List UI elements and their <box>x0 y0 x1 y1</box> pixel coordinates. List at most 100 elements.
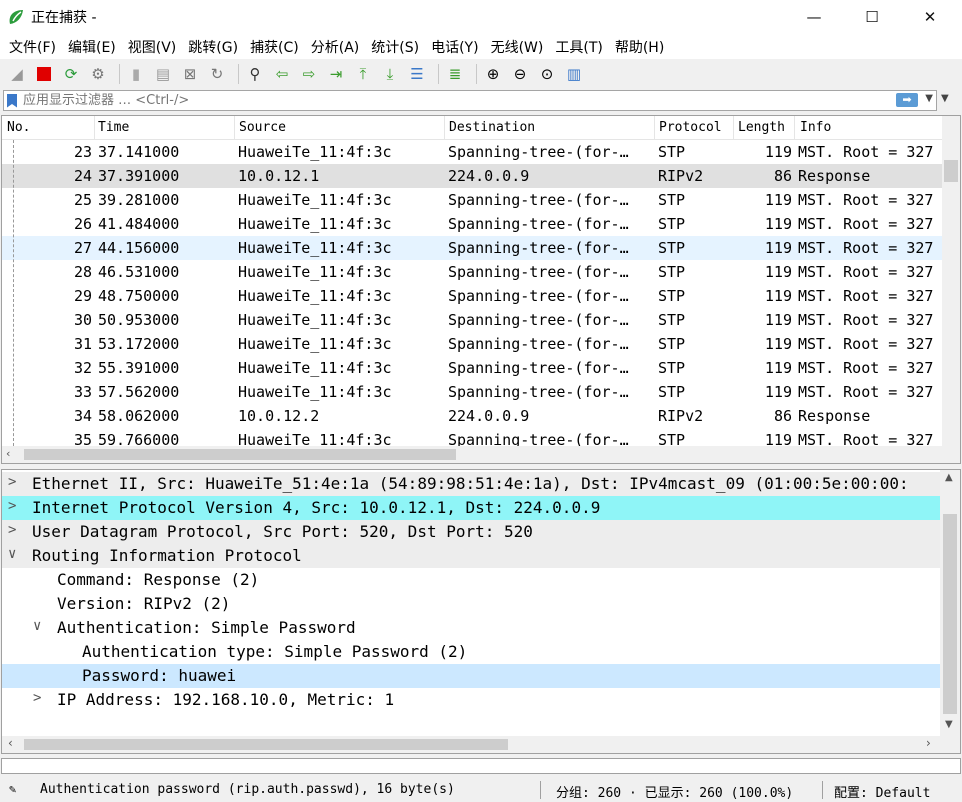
apply-filter-arrow-icon[interactable]: ➡ <box>896 93 918 107</box>
packet-bytes-pane[interactable] <box>1 758 961 774</box>
colorize-icon[interactable]: ≣ <box>444 63 466 85</box>
column-header-protocol[interactable]: Protocol <box>659 120 722 135</box>
detail-tree-item[interactable]: > Ethernet II, Src: HuaweiTe_51:4e:1a (54… <box>2 472 940 496</box>
restart-capture-icon[interactable]: ⟳ <box>60 63 82 85</box>
zoom-in-icon[interactable]: ⊕ <box>482 63 504 85</box>
packet-row[interactable]: 28 46.531000 HuaweiTe_11:4f:3c Spanning-tre… <box>2 260 942 284</box>
packet-cell-len: 119 <box>764 383 792 401</box>
menu-wireless[interactable]: 无线(W) <box>485 37 550 57</box>
scrollbar-thumb[interactable] <box>24 739 508 750</box>
maximize-button[interactable]: ☐ <box>844 0 900 34</box>
detail-tree-item[interactable]: Version: RIPv2 (2) <box>2 592 940 616</box>
scroll-down-icon[interactable]: ▼ <box>945 719 953 730</box>
status-profile[interactable]: 配置: Default <box>834 782 930 801</box>
zoom-reset-icon[interactable]: ⊙ <box>536 63 558 85</box>
column-separator[interactable] <box>654 116 655 140</box>
packet-cell-proto: STP <box>658 263 686 281</box>
column-header-no[interactable]: No. <box>7 120 30 135</box>
collapse-arrow-icon[interactable]: ∨ <box>8 546 16 562</box>
filter-history-dropdown-icon[interactable]: ▼ <box>925 93 933 104</box>
display-filter-input[interactable] <box>23 91 883 110</box>
start-capture-icon[interactable]: ◢ <box>6 63 28 85</box>
column-header-destination[interactable]: Destination <box>449 120 535 135</box>
menu-view[interactable]: 视图(V) <box>122 37 183 57</box>
edit-comment-icon[interactable]: ✎ <box>9 782 23 796</box>
column-header-time[interactable]: Time <box>98 120 129 135</box>
column-separator[interactable] <box>94 116 95 140</box>
go-back-icon[interactable]: ⇦ <box>271 63 293 85</box>
bookmark-icon[interactable] <box>7 93 17 108</box>
scrollbar-thumb[interactable] <box>24 449 456 460</box>
minimize-button[interactable]: — <box>786 0 842 34</box>
capture-options-icon[interactable]: ⚙ <box>87 63 109 85</box>
go-forward-icon[interactable]: ⇨ <box>298 63 320 85</box>
scrollbar-thumb[interactable] <box>943 514 957 714</box>
menu-tools[interactable]: 工具(T) <box>549 37 608 57</box>
expand-arrow-icon[interactable]: > <box>8 522 16 538</box>
menu-statistics[interactable]: 统计(S) <box>365 37 425 57</box>
scrollbar-thumb[interactable] <box>944 160 958 182</box>
packet-row[interactable]: 25 39.281000 HuaweiTe_11:4f:3c Spanning-tre… <box>2 188 942 212</box>
save-file-icon[interactable]: ▤ <box>152 63 174 85</box>
expand-arrow-icon[interactable]: > <box>8 498 16 514</box>
close-file-icon[interactable]: ⊠ <box>179 63 201 85</box>
detail-tree-item[interactable]: Command: Response (2) <box>2 568 940 592</box>
scroll-right-icon[interactable]: › <box>926 736 931 750</box>
zoom-out-icon[interactable]: ⊖ <box>509 63 531 85</box>
scroll-up-icon[interactable]: ▲ <box>945 472 953 483</box>
packet-row[interactable]: 30 50.953000 HuaweiTe_11:4f:3c Spanning-tre… <box>2 308 942 332</box>
expand-arrow-icon[interactable]: > <box>8 474 16 490</box>
detail-tree-item[interactable]: > User Datagram Protocol, Src Port: 520, … <box>2 520 940 544</box>
menu-analyze[interactable]: 分析(A) <box>305 37 366 57</box>
menu-telephony[interactable]: 电话(Y) <box>425 37 484 57</box>
menu-help[interactable]: 帮助(H) <box>609 37 670 57</box>
packet-row[interactable]: 27 44.156000 HuaweiTe_11:4f:3c Spanning-tre… <box>2 236 942 260</box>
detail-tree-item[interactable]: Authentication type: Simple Password (2) <box>2 640 940 664</box>
resize-columns-icon[interactable]: ▥ <box>563 63 585 85</box>
column-separator[interactable] <box>794 116 795 140</box>
packet-row[interactable]: 23 37.141000 HuaweiTe_11:4f:3c Spanning-tre… <box>2 140 942 164</box>
open-file-icon[interactable]: ▮ <box>125 63 147 85</box>
details-vertical-scrollbar[interactable]: ▲ ▼ <box>940 470 960 736</box>
menu-file[interactable]: 文件(F) <box>3 37 62 57</box>
autoscroll-icon[interactable]: ☰ <box>406 63 428 85</box>
column-separator[interactable] <box>234 116 235 140</box>
column-header-source[interactable]: Source <box>239 120 286 135</box>
go-last-packet-icon[interactable]: ⤓ <box>379 63 401 85</box>
column-separator[interactable] <box>444 116 445 140</box>
packet-row[interactable]: 31 53.172000 HuaweiTe_11:4f:3c Spanning-tre… <box>2 332 942 356</box>
packet-list-horizontal-scrollbar[interactable]: ‹ <box>2 446 960 463</box>
menu-go[interactable]: 跳转(G) <box>182 37 244 57</box>
packet-row[interactable]: 34 58.062000 10.0.12.2 224.0.0.9 RIPv2 86 Resp… <box>2 404 942 428</box>
scroll-left-icon[interactable]: ‹ <box>8 736 13 750</box>
packet-cell-src: 10.0.12.2 <box>238 407 320 425</box>
column-header-info[interactable]: Info <box>800 120 831 135</box>
column-header-length[interactable]: Length <box>738 120 785 135</box>
filter-expression-dropdown-icon[interactable]: ▼ <box>941 93 949 104</box>
detail-tree-item[interactable]: ∨ Authentication: Simple Password <box>2 616 940 640</box>
column-separator[interactable] <box>733 116 734 140</box>
packet-row[interactable]: 35 59.766000 HuaweiTe_11:4f:3c Spanning-tre… <box>2 428 942 446</box>
detail-tree-item[interactable]: ∨ Routing Information Protocol <box>2 544 940 568</box>
close-button[interactable]: ✕ <box>902 0 958 34</box>
packet-row[interactable]: 33 57.562000 HuaweiTe_11:4f:3c Spanning-tre… <box>2 380 942 404</box>
expand-arrow-icon[interactable]: > <box>33 690 41 706</box>
collapse-arrow-icon[interactable]: ∨ <box>33 618 41 634</box>
detail-tree-item[interactable]: Password: huawei <box>2 664 940 688</box>
packet-row[interactable]: 26 41.484000 HuaweiTe_11:4f:3c Spanning-tre… <box>2 212 942 236</box>
menu-capture[interactable]: 捕获(C) <box>244 37 305 57</box>
reload-file-icon[interactable]: ↻ <box>206 63 228 85</box>
detail-tree-item[interactable]: > Internet Protocol Version 4, Src: 10.0.… <box>2 496 940 520</box>
menu-edit[interactable]: 编辑(E) <box>62 37 122 57</box>
packet-row[interactable]: 24 37.391000 10.0.12.1 224.0.0.9 RIPv2 86 Resp… <box>2 164 942 188</box>
scroll-left-icon[interactable]: ‹ <box>6 447 10 460</box>
packet-list-vertical-scrollbar[interactable] <box>942 116 960 446</box>
packet-row[interactable]: 29 48.750000 HuaweiTe_11:4f:3c Spanning-tre… <box>2 284 942 308</box>
stop-capture-icon[interactable] <box>33 63 55 85</box>
detail-tree-item[interactable]: > IP Address: 192.168.10.0, Metric: 1 <box>2 688 940 712</box>
packet-row[interactable]: 32 55.391000 HuaweiTe_11:4f:3c Spanning-tre… <box>2 356 942 380</box>
find-packet-icon[interactable]: ⚲ <box>244 63 266 85</box>
go-first-packet-icon[interactable]: ⤒ <box>352 63 374 85</box>
details-horizontal-scrollbar[interactable]: ‹ › <box>2 736 960 753</box>
go-to-packet-icon[interactable]: ⇥ <box>325 63 347 85</box>
